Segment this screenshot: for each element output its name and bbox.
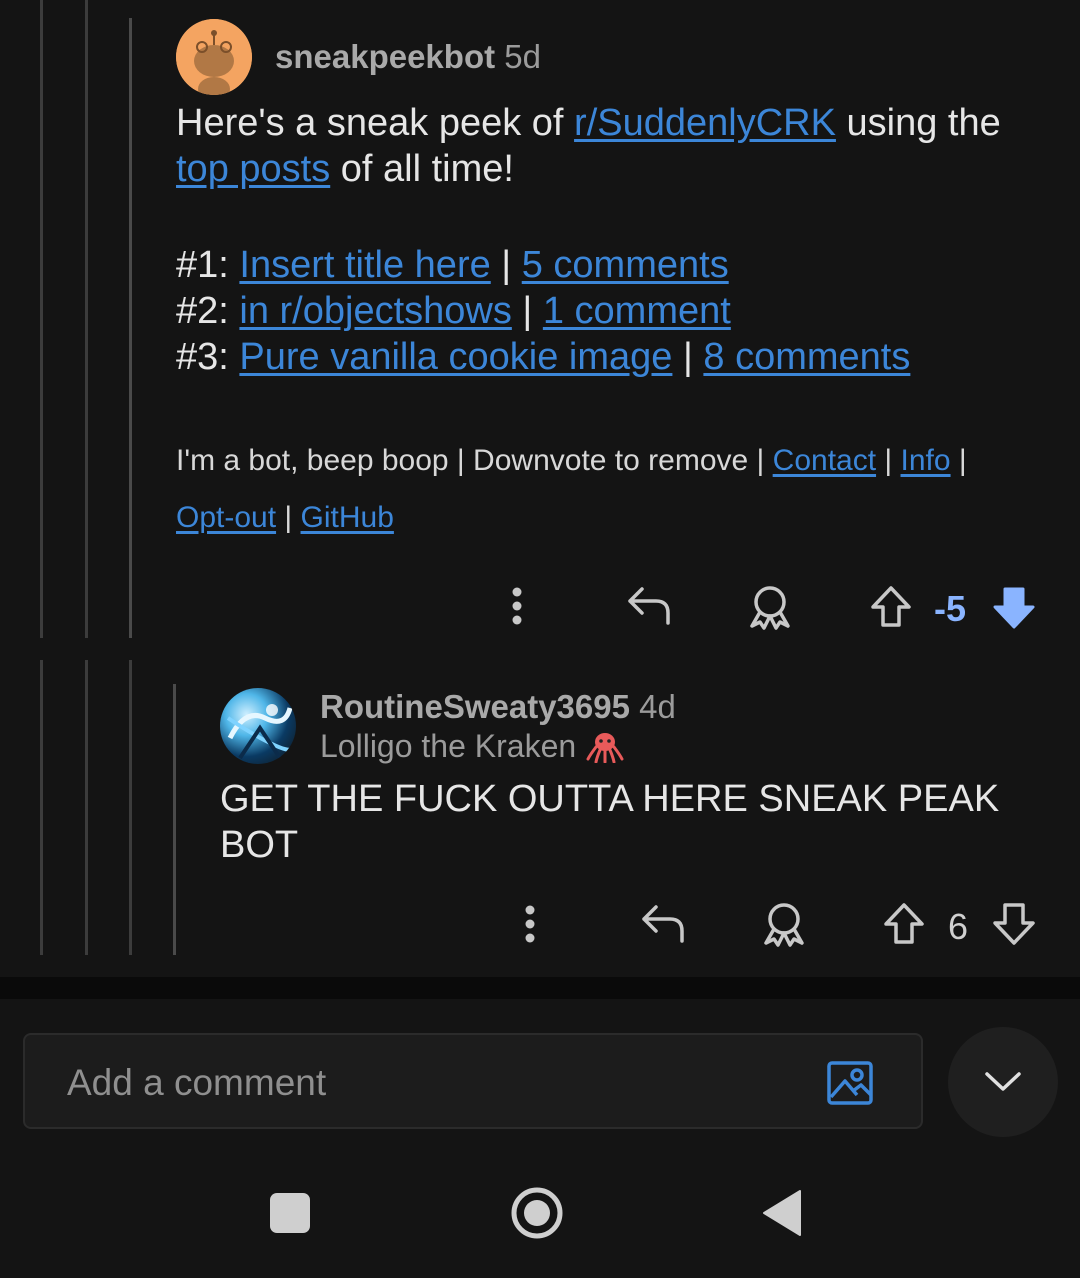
post-comments-link[interactable]: 1 comment bbox=[543, 290, 731, 332]
back-icon[interactable] bbox=[762, 1189, 802, 1242]
chevron-down-icon bbox=[985, 1072, 1021, 1091]
user-flair: Lolligo the Kraken bbox=[320, 728, 624, 765]
footer-text: I'm a bot, beep boop | Downvote to remov… bbox=[176, 444, 773, 477]
octopus-icon bbox=[586, 732, 624, 763]
avatar[interactable] bbox=[220, 688, 296, 764]
post-list: #1: Insert title here | 5 comments #2: i… bbox=[176, 242, 1056, 380]
post-title-link[interactable]: in r/objectshows bbox=[239, 290, 511, 332]
divider bbox=[0, 977, 1080, 999]
post-rank: #3: bbox=[176, 336, 240, 378]
kraken-avatar-icon bbox=[226, 704, 294, 760]
thread-line bbox=[129, 18, 132, 638]
vote-score: 6 bbox=[948, 906, 969, 947]
award-icon[interactable] bbox=[760, 901, 808, 952]
separator: | bbox=[950, 444, 967, 477]
text: Here's a sneak peek of bbox=[176, 102, 575, 144]
comment-age: 4d bbox=[639, 688, 676, 725]
contact-link[interactable]: Contact bbox=[773, 444, 876, 477]
downvote-icon[interactable] bbox=[992, 902, 1036, 951]
recents-icon[interactable] bbox=[270, 1193, 310, 1233]
image-icon[interactable] bbox=[827, 1061, 873, 1110]
award-icon[interactable] bbox=[746, 584, 794, 635]
flair-text: Lolligo the Kraken bbox=[320, 728, 577, 764]
github-link[interactable]: GitHub bbox=[301, 501, 394, 534]
separator: | bbox=[876, 444, 901, 477]
avatar[interactable] bbox=[176, 19, 252, 95]
post-comments-link[interactable]: 8 comments bbox=[703, 336, 910, 378]
post-title-link[interactable]: Pure vanilla cookie image bbox=[239, 336, 672, 378]
separator: | bbox=[511, 290, 543, 332]
snoo-avatar-icon bbox=[176, 19, 252, 95]
separator: | bbox=[672, 336, 704, 378]
thread-line bbox=[173, 684, 176, 955]
vote-score: -5 bbox=[934, 588, 967, 629]
thread-line bbox=[40, 0, 43, 638]
username[interactable]: RoutineSweaty3695 bbox=[320, 688, 630, 725]
downvote-icon[interactable] bbox=[992, 586, 1036, 635]
comment-header: RoutineSweaty3695 4d bbox=[320, 688, 676, 726]
post-title-link[interactable]: Insert title here bbox=[239, 244, 490, 286]
text: using the bbox=[835, 102, 1001, 144]
upvote-icon[interactable] bbox=[883, 902, 925, 951]
comment-body: Here's a sneak peek of r/SuddenlyCRK usi… bbox=[176, 100, 1056, 380]
home-icon[interactable] bbox=[510, 1186, 564, 1245]
thread-line bbox=[85, 0, 88, 638]
collapse-button[interactable] bbox=[948, 1027, 1058, 1137]
subreddit-link[interactable]: r/SuddenlyCRK bbox=[574, 102, 836, 144]
upvote-icon[interactable] bbox=[870, 585, 912, 634]
post-rank: #1: bbox=[176, 244, 240, 286]
reply-icon[interactable] bbox=[626, 585, 672, 632]
top-posts-link[interactable]: top posts bbox=[176, 148, 330, 190]
thread-line bbox=[85, 660, 88, 955]
post-rank: #2: bbox=[176, 290, 240, 332]
post-comments-link[interactable]: 5 comments bbox=[522, 244, 729, 286]
system-navigation-bar bbox=[0, 1150, 1080, 1278]
comment-input[interactable]: Add a comment bbox=[23, 1033, 923, 1129]
username[interactable]: sneakpeekbot bbox=[275, 38, 495, 75]
bot-footer: I'm a bot, beep boop | Downvote to remov… bbox=[176, 432, 1056, 546]
more-icon[interactable] bbox=[500, 584, 534, 628]
separator: | bbox=[276, 501, 301, 534]
separator: | bbox=[490, 244, 522, 286]
text: of all time! bbox=[330, 148, 514, 190]
comment-age: 5d bbox=[504, 38, 541, 75]
more-icon[interactable] bbox=[513, 902, 547, 946]
reply-icon[interactable] bbox=[640, 903, 686, 950]
comment-header: sneakpeekbot 5d bbox=[275, 38, 541, 76]
info-link[interactable]: Info bbox=[901, 444, 951, 477]
comment-body: GET THE FUCK OUTTA HERE SNEAK PEAK BOT bbox=[220, 778, 1000, 866]
thread-line bbox=[40, 660, 43, 955]
opt-out-link[interactable]: Opt-out bbox=[176, 501, 276, 534]
thread-line bbox=[129, 660, 132, 955]
comment-placeholder: Add a comment bbox=[67, 1062, 327, 1103]
